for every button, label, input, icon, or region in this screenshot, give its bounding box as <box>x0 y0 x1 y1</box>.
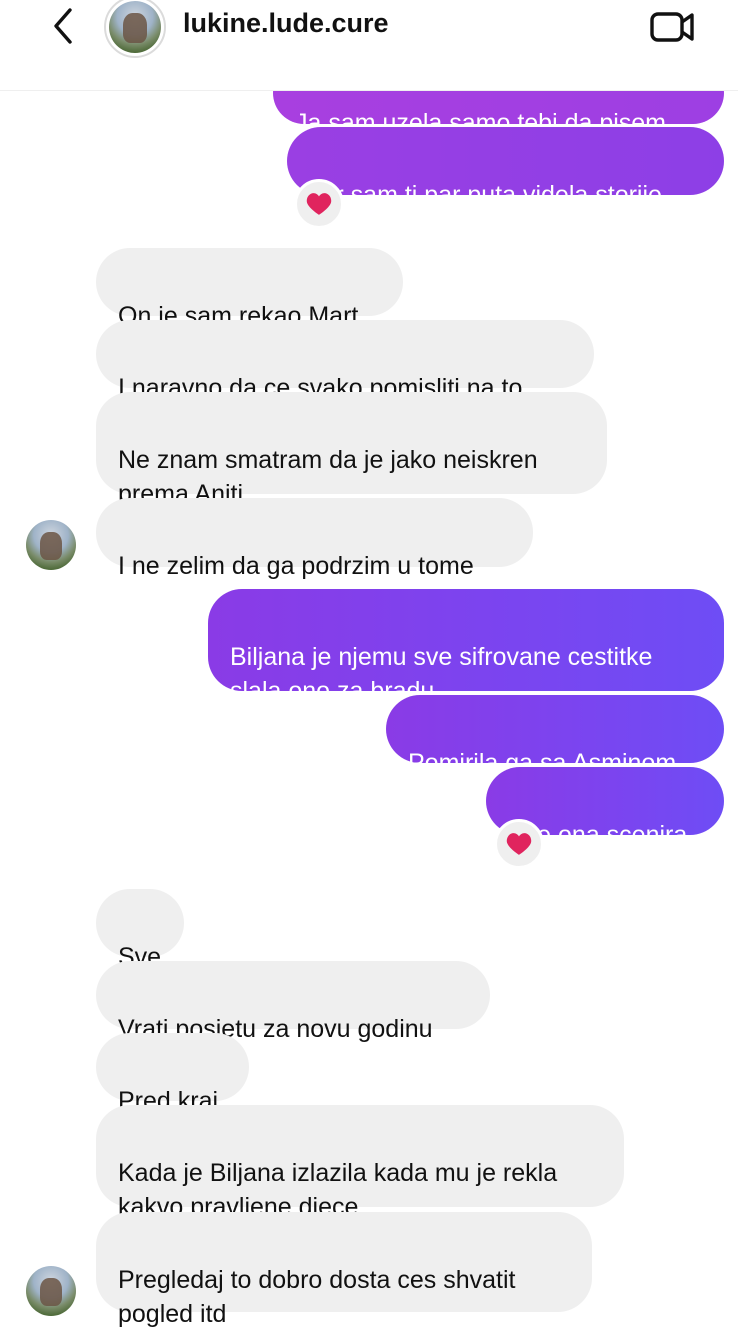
profile-photo <box>109 1 161 53</box>
video-camera-icon <box>650 12 694 42</box>
chat-header: lukine.lude.cure <box>0 0 738 91</box>
message-bubble-incoming[interactable]: Pregledaj to dobro dosta ces shvatit pog… <box>96 1212 592 1328</box>
message-bubble-incoming[interactable]: On je sam rekao Mart <box>96 248 403 330</box>
heart-icon <box>506 833 532 855</box>
message-bubble-incoming[interactable]: Pred kraj <box>96 1033 249 1115</box>
message-text: I ne zelim da ga podrzim u tome <box>118 552 474 580</box>
back-button[interactable] <box>44 6 80 46</box>
message-bubble-incoming[interactable]: Ne znam smatram da je jako neiskren prem… <box>96 392 607 508</box>
sender-avatar[interactable] <box>26 520 76 570</box>
message-text: Pregledaj to dobro dosta ces shvatit pog… <box>118 1266 516 1328</box>
heart-reaction[interactable] <box>294 179 344 229</box>
message-bubble-incoming[interactable]: Kada je Biljana izlazila kada mu je rekl… <box>96 1105 624 1221</box>
heart-icon <box>306 193 332 215</box>
message-bubble-incoming[interactable]: I naravno da ce svako pomisliti na to <box>96 320 594 402</box>
chat-username[interactable]: lukine.lude.cure <box>183 8 389 39</box>
sender-avatar[interactable] <box>26 1266 76 1316</box>
chevron-left-icon <box>54 8 72 44</box>
heart-reaction[interactable] <box>494 819 544 869</box>
message-bubble-outgoing[interactable]: Jer sam ti par puta videla storije <box>287 127 724 209</box>
message-bubble-outgoing[interactable]: Pomirila ga sa Asminom <box>386 695 724 777</box>
message-bubble-incoming[interactable]: Sve <box>96 889 184 971</box>
message-bubble-incoming[interactable]: I ne zelim da ga podrzim u tome <box>96 498 533 580</box>
message-thread[interactable]: Ja sam uzela samo tebi da pisem Jer sam … <box>0 0 738 1328</box>
message-text: Jer sam ti par puta videla storije <box>309 181 662 209</box>
message-bubble-incoming[interactable]: Vrati posjetu za novu godinu <box>96 961 490 1043</box>
profile-avatar[interactable] <box>104 0 166 58</box>
message-bubble-outgoing[interactable]: Biljana je njemu sve sifrovane cestitke … <box>208 589 724 705</box>
video-call-button[interactable] <box>648 6 696 46</box>
